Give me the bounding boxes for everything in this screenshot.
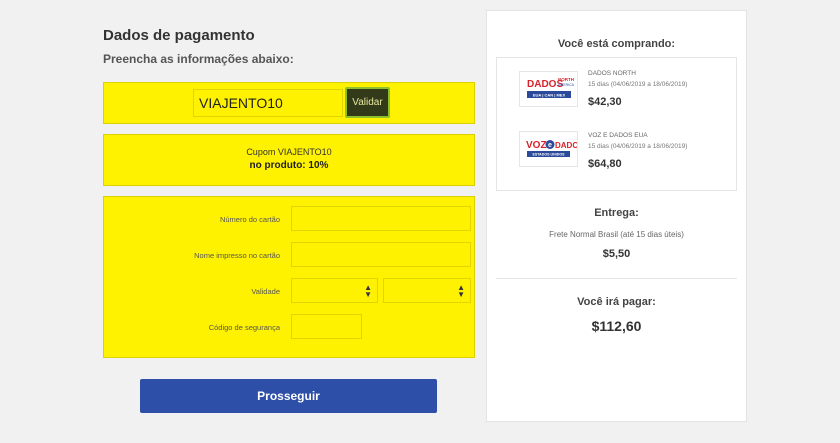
proceed-button[interactable]: Prosseguir xyxy=(140,379,437,413)
updown-arrow-icon: ▲ ▼ xyxy=(457,283,465,299)
card-form-panel: Número do cartão Nome impresso no cartão… xyxy=(103,196,475,358)
svg-text:AMERICA: AMERICA xyxy=(558,83,575,87)
svg-text:DADOS: DADOS xyxy=(555,141,577,150)
product-price: $42,30 xyxy=(588,96,622,108)
total-price: $112,60 xyxy=(591,318,642,334)
coupon-panel: VIAJENTO10 Validar xyxy=(103,82,475,124)
svg-text:EUA | CAN | MEX: EUA | CAN | MEX xyxy=(533,93,566,98)
coupon-input[interactable]: VIAJENTO10 xyxy=(193,89,343,117)
payment-title: Dados de pagamento xyxy=(103,27,255,44)
validity-month-select[interactable]: ▲ ▼ xyxy=(291,278,378,303)
delivery-title: Entrega: xyxy=(594,207,639,219)
delivery-price: $5,50 xyxy=(602,248,631,260)
card-number-input[interactable] xyxy=(291,206,471,231)
product-price: $64,80 xyxy=(588,158,622,170)
svg-text:ESTADOS UNIDOS: ESTADOS UNIDOS xyxy=(532,153,565,157)
card-name-input[interactable] xyxy=(291,242,471,267)
validity-label: Validade xyxy=(251,287,280,296)
svg-text:VOZ: VOZ xyxy=(526,140,547,151)
discount-value-text: no produto: 10% xyxy=(249,160,329,171)
product-name: VOZ E DADOS EUA xyxy=(588,132,648,139)
voz-e-dados-logo: VOZ e DADOS ESTADOS UNIDOS xyxy=(519,131,578,167)
validate-button[interactable]: Validar xyxy=(345,87,390,118)
security-code-label: Código de segurança xyxy=(208,323,280,332)
delivery-method: Frete Normal Brasil (até 15 dias úteis) xyxy=(549,230,684,239)
discount-panel: Cupom VIAJENTO10 no produto: 10% xyxy=(103,134,475,186)
summary-divider xyxy=(496,278,737,279)
products-list: DADOS NORTH AMERICA EUA | CAN | MEX DADO… xyxy=(496,57,737,191)
buying-title: Você está comprando: xyxy=(557,38,676,50)
discount-coupon-text: Cupom VIAJENTO10 xyxy=(246,147,332,157)
updown-arrow-icon: ▲ ▼ xyxy=(364,283,372,299)
validity-year-select[interactable]: ▲ ▼ xyxy=(383,278,471,303)
payment-subtitle: Preencha as informações abaixo: xyxy=(103,52,294,66)
card-name-label: Nome impresso no cartão xyxy=(194,251,280,260)
svg-text:e: e xyxy=(548,142,552,149)
product-dates: 15 dias (04/06/2019 a 18/06/2019) xyxy=(588,81,688,88)
product-name: DADOS NORTH xyxy=(588,70,636,77)
product-dates: 15 dias (04/06/2019 a 18/06/2019) xyxy=(588,143,688,150)
total-title: Você irá pagar: xyxy=(577,296,656,308)
svg-text:NORTH: NORTH xyxy=(558,77,574,82)
dados-north-logo: DADOS NORTH AMERICA EUA | CAN | MEX xyxy=(519,71,578,107)
card-number-label: Número do cartão xyxy=(219,215,280,224)
security-code-input[interactable] xyxy=(291,314,362,339)
payment-section: Dados de pagamento Preencha as informaçõ… xyxy=(103,26,475,413)
order-summary-panel: Você está comprando: DADOS NORTH AMERICA… xyxy=(486,10,747,422)
